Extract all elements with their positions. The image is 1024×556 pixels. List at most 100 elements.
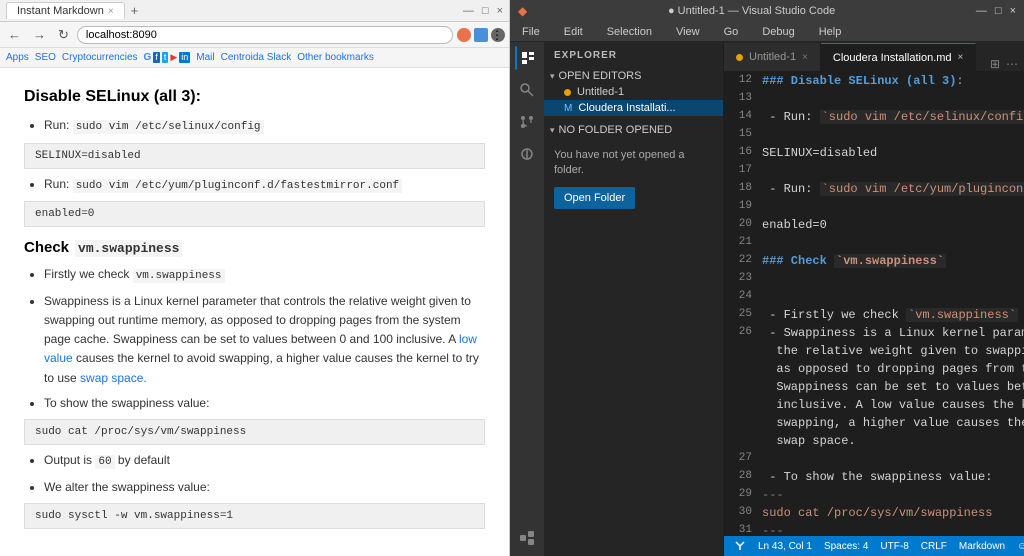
menu-view[interactable]: View [670, 24, 706, 40]
no-folder-header[interactable]: ▾ NO FOLDER OPENED [544, 122, 723, 138]
bookmark-mail[interactable]: Mail [196, 52, 214, 63]
editor-content[interactable]: 12 ### Disable SELinux (all 3): 13 14 - … [724, 72, 1024, 536]
editor-tabs: Untitled-1 × Cloudera Installation.md × … [724, 42, 1024, 72]
tab-untitled-dot [736, 54, 743, 61]
content-list-3: Firstly we check vm.swappiness Swappines… [24, 265, 485, 413]
status-position[interactable]: Ln 43, Col 1 [758, 541, 812, 552]
bookmark-apps[interactable]: Apps [6, 52, 29, 63]
output-text: Output is [44, 453, 95, 467]
line-26e: swapping, a higher value causes the kern… [724, 414, 1024, 432]
status-right: Ln 43, Col 1 Spaces: 4 UTF-8 CRLF Markdo… [758, 541, 1024, 552]
swap-space-link: swap space. [80, 371, 147, 385]
line-28: 28 - To show the swappiness value: [724, 468, 1024, 486]
status-encoding[interactable]: UTF-8 [880, 541, 908, 552]
line-23: 23 [724, 270, 1024, 288]
untitled-dot [564, 89, 571, 96]
bookmark-crypto[interactable]: Cryptocurrencies [62, 52, 138, 63]
status-git [734, 540, 746, 552]
open-folder-button[interactable]: Open Folder [554, 187, 635, 209]
activity-extensions[interactable] [515, 526, 539, 550]
menu-file[interactable]: File [516, 24, 546, 40]
open-editors-chevron: ▾ [550, 71, 555, 82]
show-swappiness-text: To show the swappiness value: [44, 396, 209, 410]
maximize-button[interactable]: □ [482, 5, 489, 17]
forward-button[interactable]: → [29, 25, 50, 44]
bookmark-other[interactable]: Other bookmarks [297, 52, 374, 63]
more-options-icon[interactable]: ⋮ [491, 28, 505, 42]
no-folder-section: ▾ NO FOLDER OPENED You have not yet open… [544, 119, 723, 222]
bookmarks-bar: Apps SEO Cryptocurrencies G f t ▶ in Mai… [0, 48, 509, 68]
code-60: 60 [95, 455, 114, 469]
code-block-enabled: enabled=0 [24, 201, 485, 227]
content-h2: Disable SELinux (all 3): [24, 88, 485, 106]
menu-edit[interactable]: Edit [558, 24, 589, 40]
tab-untitled[interactable]: Untitled-1 × [724, 43, 821, 71]
window-controls[interactable]: — □ × [463, 5, 503, 17]
list-item-7: We alter the swappiness value: [44, 478, 485, 497]
menu-selection[interactable]: Selection [601, 24, 658, 40]
more-tabs-icon[interactable]: ⋯ [1006, 57, 1018, 71]
list-item-6: Output is 60 by default [44, 451, 485, 472]
tab-untitled-close[interactable]: × [802, 52, 808, 63]
browser-tab[interactable]: Instant Markdown × [6, 2, 125, 19]
no-folder-text: You have not yet opened a folder. [554, 148, 713, 179]
line-12: 12 ### Disable SELinux (all 3): [724, 72, 1024, 90]
menu-help[interactable]: Help [813, 24, 848, 40]
menu-debug[interactable]: Debug [756, 24, 800, 40]
status-smiley: ☺ [1017, 541, 1024, 552]
status-bar: Ln 43, Col 1 Spaces: 4 UTF-8 CRLF Markdo… [724, 536, 1024, 556]
line-27: 27 [724, 450, 1024, 468]
file-cloudera[interactable]: M Cloudera Installati... [544, 100, 723, 116]
vscode-win-controls[interactable]: — □ × [976, 5, 1016, 17]
list-item-4: Swappiness is a Linux kernel parameter t… [44, 292, 485, 388]
minimize-button[interactable]: — [463, 5, 474, 17]
line-22: 22 ### Check `vm.swappiness` [724, 252, 1024, 270]
line-15: 15 [724, 126, 1024, 144]
line-17: 17 [724, 162, 1024, 180]
editor-area: Untitled-1 × Cloudera Installation.md × … [724, 42, 1024, 556]
vscode-menubar: File Edit Selection View Go Debug Help [510, 22, 1024, 42]
close-button[interactable]: × [497, 5, 503, 17]
activity-explorer[interactable] [515, 46, 539, 70]
menu-go[interactable]: Go [718, 24, 745, 40]
open-editors-section: ▾ OPEN EDITORS Untitled-1 M Cloudera Ins… [544, 65, 723, 119]
tab-actions: ⊞ ⋯ [990, 57, 1024, 71]
bookmark-slack[interactable]: Centroida Slack [221, 52, 292, 63]
activity-debug[interactable] [515, 142, 539, 166]
bookmark-seo[interactable]: SEO [35, 52, 56, 63]
vscode-titlebar: ◆ ● Untitled-1 — Visual Studio Code — □ … [510, 0, 1024, 22]
status-spaces[interactable]: Spaces: 4 [824, 541, 868, 552]
address-bar[interactable] [77, 26, 453, 44]
vscode-close[interactable]: × [1010, 5, 1016, 17]
browser-toolbar: ← → ↻ ⋮ [0, 22, 509, 48]
split-editor-icon[interactable]: ⊞ [990, 57, 1000, 71]
swappiness-desc: Swappiness is a Linux kernel parameter t… [44, 294, 479, 385]
left-window: Instant Markdown × + — □ × ← → ↻ ⋮ App [0, 0, 510, 556]
code-block-selinux: SELINUX=disabled [24, 143, 485, 169]
back-button[interactable]: ← [4, 25, 25, 44]
status-line-ending[interactable]: CRLF [921, 541, 947, 552]
tab-label: Instant Markdown [17, 5, 104, 17]
vscode-maximize[interactable]: □ [995, 5, 1002, 17]
open-editors-header[interactable]: ▾ OPEN EDITORS [544, 68, 723, 84]
new-tab-button[interactable]: + [125, 1, 145, 20]
tab-cloudera[interactable]: Cloudera Installation.md × [821, 43, 976, 71]
tab-cloudera-close[interactable]: × [958, 52, 964, 63]
content-list-4: Output is 60 by default We alter the swa… [24, 451, 485, 497]
vscode-window: ◆ ● Untitled-1 — Visual Studio Code — □ … [510, 0, 1024, 556]
alter-text: We alter the swappiness value: [44, 480, 210, 494]
vscode-minimize[interactable]: — [976, 5, 987, 17]
list-item-1: Run: sudo vim /etc/selinux/config [44, 116, 485, 137]
activity-search[interactable] [515, 78, 539, 102]
line-16: 16 SELINUX=disabled [724, 144, 1024, 162]
status-language[interactable]: Markdown [959, 541, 1005, 552]
line-29: 29 --- [724, 486, 1024, 504]
code-fastestmirror: sudo vim /etc/yum/pluginconf.d/fastestmi… [73, 179, 402, 193]
tab-close-icon[interactable]: × [108, 6, 114, 17]
file-untitled[interactable]: Untitled-1 [544, 84, 723, 100]
line-25: 25 - Firstly we check `vm.swappiness` [724, 306, 1024, 324]
windows-container: Instant Markdown × + — □ × ← → ↻ ⋮ App [0, 0, 1024, 556]
activity-git[interactable] [515, 110, 539, 134]
browser-icon-2 [474, 28, 488, 42]
refresh-button[interactable]: ↻ [54, 25, 73, 45]
